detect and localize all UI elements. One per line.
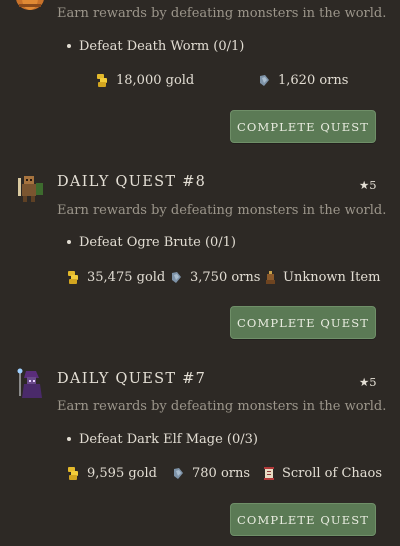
- star-rating: ★5: [359, 375, 377, 389]
- unknown-item-icon: [266, 271, 275, 284]
- quest-description: Earn rewards by defeating monsters in th…: [57, 399, 387, 414]
- ogre-brute-icon: [14, 172, 46, 204]
- quest-title: DAILY QUEST #7: [57, 371, 207, 387]
- quest-description: Earn rewards by defeating monsters in th…: [57, 203, 387, 218]
- reward-orns: 780 orns: [172, 466, 250, 481]
- quest-objective: Defeat Ogre Brute (0/1): [67, 235, 236, 250]
- reward-gold: 18,000 gold: [96, 73, 194, 88]
- reward-orns: 1,620 orns: [258, 73, 348, 88]
- reward-item: Scroll of Chaos: [263, 466, 382, 481]
- orns-icon: [260, 74, 269, 86]
- gold-coins-icon: [97, 74, 107, 87]
- reward-item: Unknown Item: [265, 270, 380, 285]
- gold-coins-icon: [68, 467, 78, 480]
- star-rating: ★5: [359, 178, 377, 192]
- complete-quest-button[interactable]: COMPLETE QUEST: [230, 503, 376, 536]
- reward-gold: 9,595 gold: [67, 466, 157, 481]
- gold-coins-icon: [68, 271, 78, 284]
- complete-quest-button[interactable]: COMPLETE QUEST: [230, 306, 376, 339]
- reward-gold: 35,475 gold: [67, 270, 165, 285]
- quest-description: Earn rewards by defeating monsters in th…: [57, 6, 387, 21]
- pumpkin-monster-icon: [14, 0, 46, 14]
- orns-icon: [174, 467, 183, 479]
- complete-quest-button[interactable]: COMPLETE QUEST: [230, 110, 376, 143]
- scroll-icon: [264, 467, 274, 480]
- quest-title: DAILY QUEST #8: [57, 174, 207, 190]
- reward-orns: 3,750 orns: [170, 270, 260, 285]
- quest-objective: Defeat Death Worm (0/1): [67, 39, 244, 54]
- quest-objective: Defeat Dark Elf Mage (0/3): [67, 432, 258, 447]
- orns-icon: [172, 271, 181, 283]
- dark-elf-mage-icon: [14, 368, 46, 400]
